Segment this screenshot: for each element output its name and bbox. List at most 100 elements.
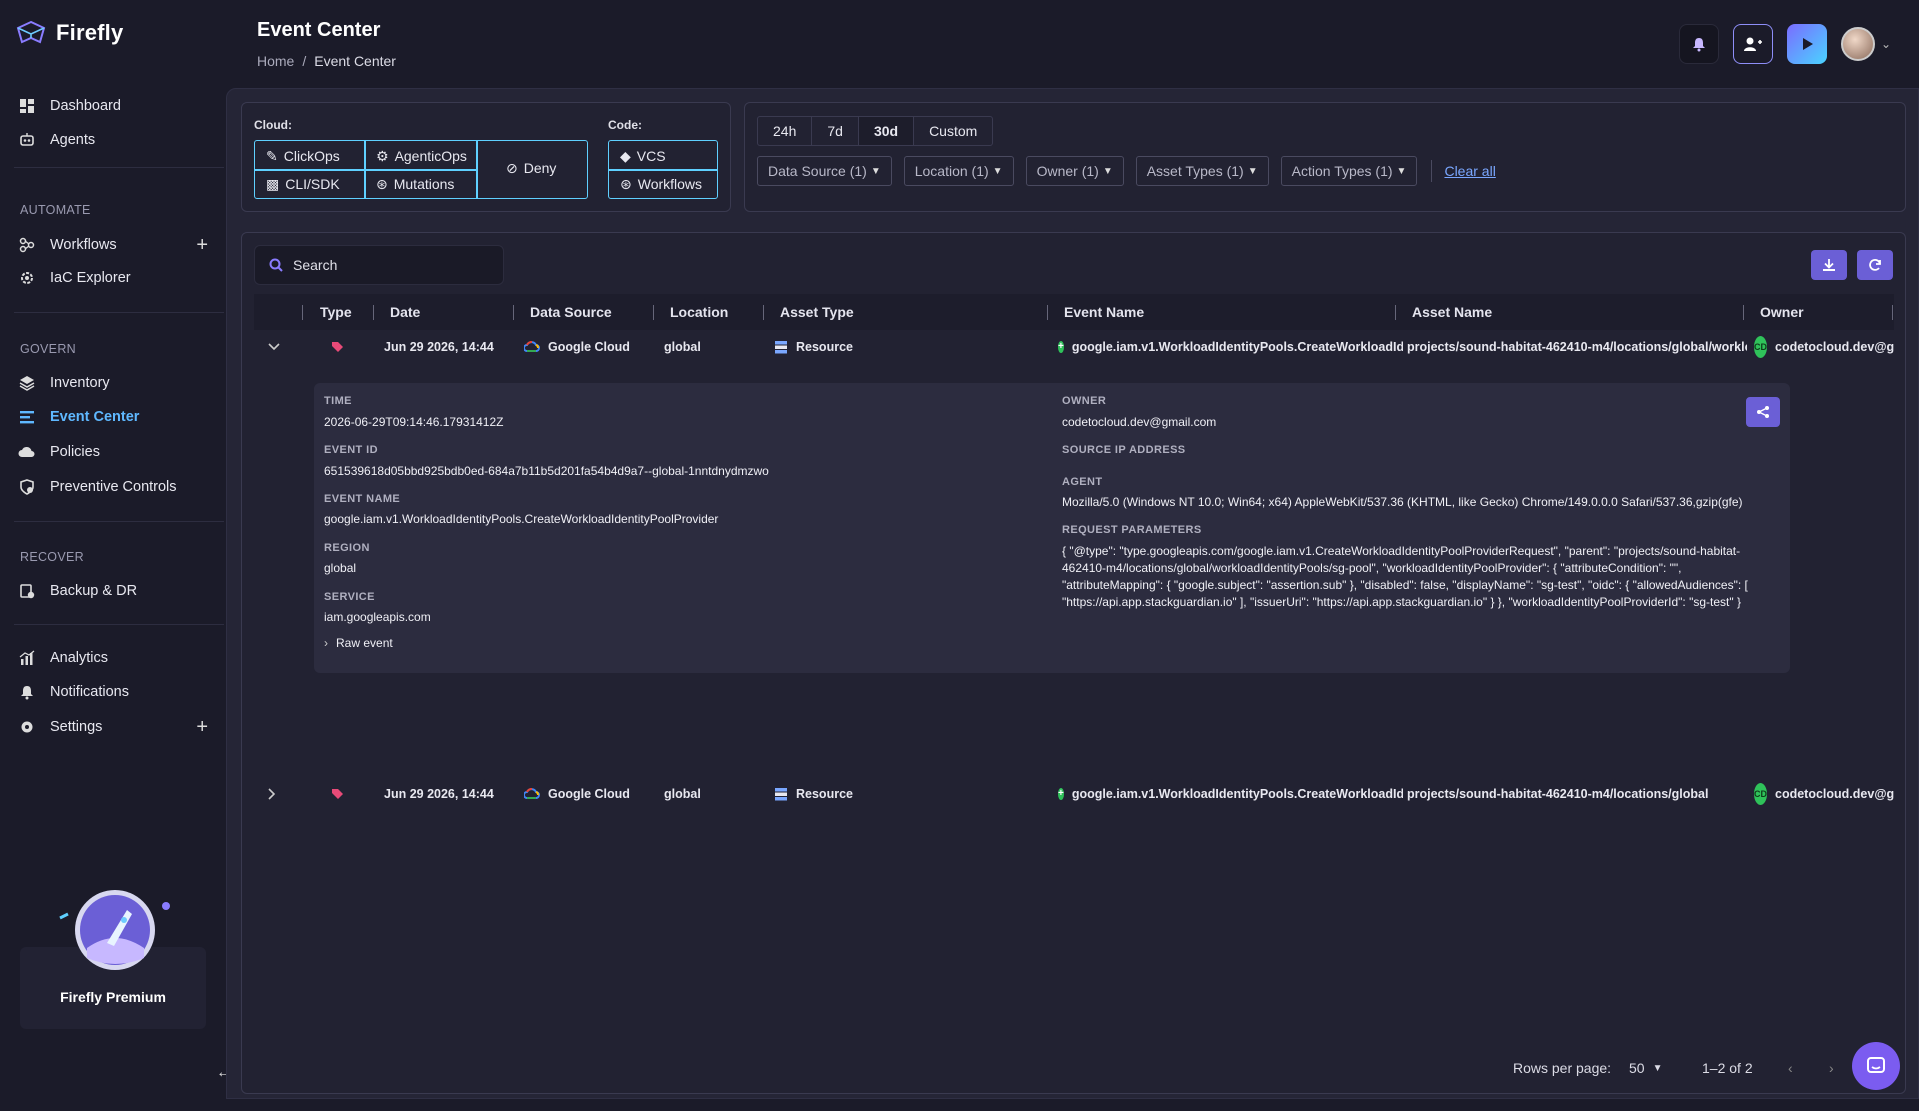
chat-icon — [1867, 1057, 1885, 1073]
refresh-button[interactable] — [1857, 250, 1893, 280]
row-asset-name[interactable]: projects/sound-habitat-462410-m4/locatio… — [1407, 330, 1747, 364]
nav-dashboard[interactable]: Dashboard — [18, 94, 208, 118]
owner-dropdown[interactable]: Owner (1) ▼ — [1025, 156, 1124, 186]
add-workflow-icon[interactable]: + — [196, 234, 208, 257]
nav-notifications[interactable]: Notifications — [18, 680, 208, 704]
breadcrumb: Home / Event Center — [257, 53, 396, 69]
section-govern: GOVERN — [20, 342, 76, 356]
table-row[interactable]: Jun 29 2026, 14:44 Google Cloud global R… — [254, 330, 1894, 364]
code-workflows-toggle[interactable]: ⊛ Workflows — [610, 171, 702, 197]
asset-type-text: Resource — [796, 340, 853, 354]
vcs-toggle[interactable]: ◆ VCS — [610, 143, 666, 169]
column-asset-name[interactable]: Asset Name — [1412, 294, 1492, 330]
nav-label: Analytics — [50, 650, 109, 666]
data-source-dropdown[interactable]: Data Source (1) ▼ — [757, 156, 892, 186]
download-button[interactable] — [1811, 250, 1847, 280]
analytics-icon — [18, 649, 36, 667]
robot-icon — [18, 131, 36, 149]
tab-custom[interactable]: Custom — [914, 117, 992, 145]
share-button[interactable] — [1746, 397, 1780, 427]
row-asset-name[interactable]: projects/sound-habitat-462410-m4/locatio… — [1407, 777, 1747, 811]
column-data-source[interactable]: Data Source — [530, 294, 612, 330]
tab-7d[interactable]: 7d — [812, 117, 859, 145]
cli-sdk-toggle[interactable]: ▩ CLI/SDK — [256, 171, 340, 197]
user-avatar[interactable] — [1840, 27, 1875, 61]
share-icon — [1757, 406, 1769, 418]
breadcrumb-separator: / — [302, 53, 307, 69]
download-icon — [1823, 259, 1835, 271]
clear-all-link[interactable]: Clear all — [1444, 163, 1495, 179]
breadcrumb-home[interactable]: Home — [257, 53, 294, 69]
detail-request-params-label: REQUEST PARAMETERS — [1062, 524, 1202, 536]
row-date: Jun 29 2026, 14:44 — [384, 787, 494, 801]
clickops-toggle[interactable]: ✎ ClickOps — [256, 143, 340, 169]
dropdown-label: Action Types (1) — [1291, 163, 1393, 179]
nav-workflows[interactable]: Workflows + — [18, 233, 208, 257]
table-row[interactable]: Jun 29 2026, 14:44 Google Cloud global R… — [254, 777, 1894, 811]
raw-event-toggle[interactable]: › Raw event — [324, 636, 393, 650]
google-cloud-icon — [524, 788, 540, 799]
nav-settings[interactable]: Settings + — [18, 715, 208, 739]
tab-24h[interactable]: 24h — [758, 117, 813, 145]
nav-policies[interactable]: Policies — [18, 440, 208, 464]
chevron-down-icon[interactable]: ⌄ — [1881, 37, 1891, 51]
segment-label: VCS — [636, 148, 666, 164]
premium-label: Firefly Premium — [60, 989, 166, 1005]
nav-iac-explorer[interactable]: IaC Explorer — [18, 266, 208, 290]
column-owner[interactable]: Owner — [1760, 294, 1804, 330]
rows-per-page-select[interactable]: 50 ▼ — [1629, 1060, 1662, 1076]
agenticops-toggle[interactable]: ⚙ AgenticOps — [366, 143, 467, 169]
column-separator — [763, 305, 764, 320]
divider — [1431, 160, 1433, 182]
bell-icon — [1692, 38, 1705, 52]
nav-preventive-controls[interactable]: Preventive Controls — [18, 475, 208, 499]
rows-per-page-label: Rows per page: — [1513, 1060, 1612, 1076]
detail-event-id-label: EVENT ID — [324, 444, 378, 456]
nav-event-center[interactable]: Event Center — [18, 405, 208, 429]
action-types-dropdown[interactable]: Action Types (1) ▼ — [1280, 156, 1418, 186]
notifications-button[interactable] — [1678, 24, 1719, 64]
play-icon — [1802, 38, 1813, 50]
breadcrumb-current: Event Center — [314, 53, 396, 69]
segment-label: Mutations — [393, 176, 455, 192]
create-event-icon: + — [1058, 788, 1064, 800]
column-asset-type[interactable]: Asset Type — [780, 294, 854, 330]
expand-row-icon[interactable] — [268, 777, 288, 811]
column-event-name[interactable]: Event Name — [1064, 294, 1144, 330]
nav-analytics[interactable]: Analytics — [18, 646, 208, 670]
segment-label: Workflows — [637, 176, 703, 192]
chevron-down-icon — [268, 343, 280, 351]
nav-inventory[interactable]: Inventory — [18, 371, 208, 395]
asset-types-dropdown[interactable]: Asset Types (1) ▼ — [1135, 156, 1269, 186]
google-cloud-icon — [524, 341, 540, 352]
pagination-range: 1–2 of 2 — [1702, 1060, 1753, 1076]
tab-30d[interactable]: 30d — [858, 117, 915, 145]
chat-support-button[interactable] — [1852, 1042, 1900, 1090]
column-separator — [653, 305, 654, 320]
add-setting-icon[interactable]: + — [196, 716, 208, 739]
next-page-icon[interactable]: › — [1829, 1060, 1834, 1076]
app-logo[interactable]: Firefly — [14, 20, 123, 46]
divider — [14, 521, 224, 522]
column-separator — [302, 305, 303, 320]
nav-label: Inventory — [50, 375, 110, 391]
prev-page-icon[interactable]: ‹ — [1788, 1060, 1793, 1076]
column-location[interactable]: Location — [670, 294, 728, 330]
nav-label: IaC Explorer — [50, 270, 131, 286]
collapse-row-icon[interactable] — [268, 330, 288, 364]
demo-play-button[interactable] — [1786, 24, 1827, 64]
nav-agents[interactable]: Agents — [18, 128, 208, 152]
mutations-toggle[interactable]: ⊛ Mutations — [366, 171, 454, 197]
column-date[interactable]: Date — [390, 294, 420, 330]
location-dropdown[interactable]: Location (1) ▼ — [903, 156, 1014, 186]
column-type[interactable]: Type — [320, 294, 352, 330]
invite-user-button[interactable] — [1732, 24, 1773, 64]
deny-toggle[interactable]: ⊘ Deny — [496, 155, 556, 181]
nav-label: Backup & DR — [50, 583, 138, 599]
row-data-source: Google Cloud — [524, 777, 659, 811]
event-name-text: google.iam.v1.WorkloadIdentityPools.Crea… — [1071, 787, 1403, 801]
nav-backup-dr[interactable]: Backup & DR — [18, 579, 208, 603]
detail-region-label: REGION — [324, 542, 370, 554]
search-input[interactable]: Search — [254, 245, 504, 285]
tag-icon: ✎ — [266, 147, 278, 164]
